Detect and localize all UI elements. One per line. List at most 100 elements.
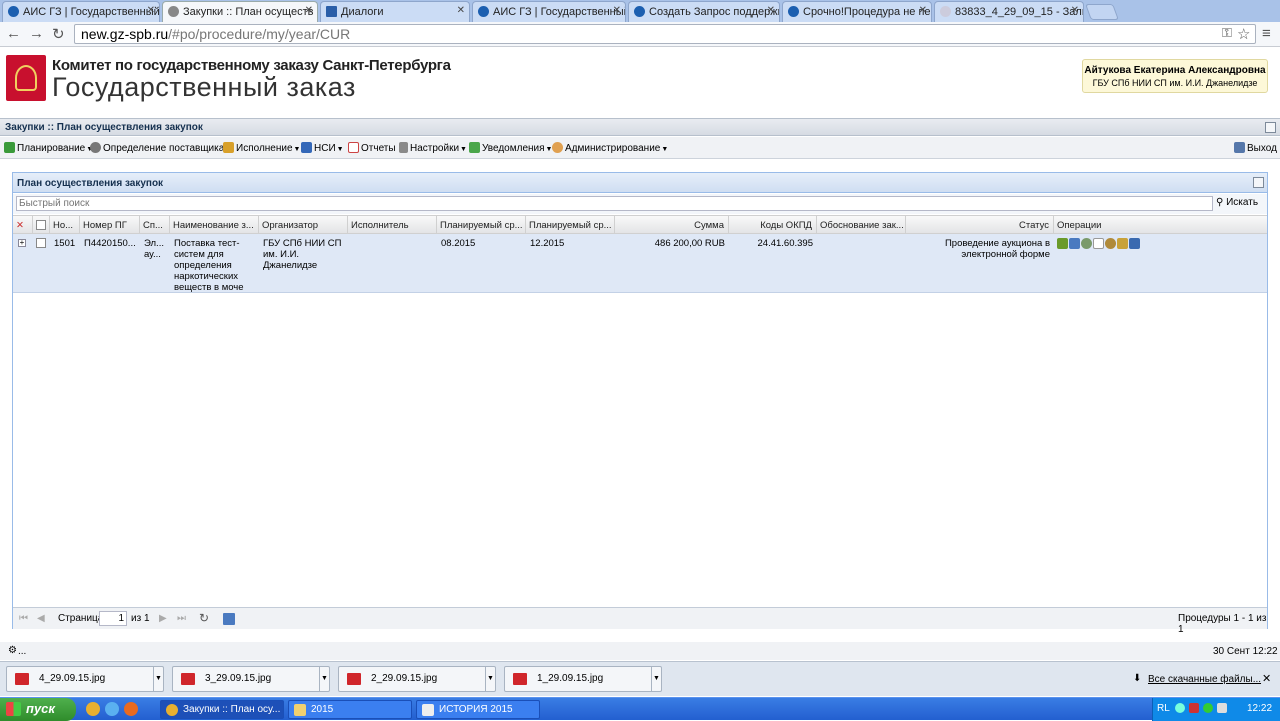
task-browser[interactable]: Закупки :: План осу... [160, 700, 284, 719]
cell-planned-start: 08.2015 [441, 238, 476, 249]
chrome-icon[interactable] [86, 702, 100, 716]
select-all-checkbox[interactable] [36, 220, 46, 230]
download-item[interactable]: 3_29.09.15.jpg ▼ [172, 666, 330, 692]
new-tab-button[interactable] [1085, 4, 1119, 20]
firefox-icon[interactable] [124, 702, 138, 716]
browser-tab-6[interactable]: Срочно!Процедура не пере ✕ [782, 1, 932, 22]
antivirus-icon[interactable] [1189, 703, 1199, 713]
column-method[interactable]: Сп... [140, 216, 170, 234]
download-item[interactable]: 4_29.09.15.jpg ▼ [6, 666, 164, 692]
column-sum[interactable]: Сумма [615, 216, 729, 234]
menu-reports[interactable]: Отчеты [348, 142, 396, 154]
column-pg-number[interactable]: Номер ПГ [80, 216, 140, 234]
menu-settings[interactable]: Настройки▼ [399, 142, 467, 154]
emblem-icon[interactable] [1105, 238, 1116, 249]
download-item[interactable]: 2_29.09.15.jpg ▼ [338, 666, 496, 692]
menu-nsi[interactable]: НСИ▼ [301, 142, 344, 154]
status-line: ⚙ ... 30 Сент 12:22 [0, 642, 1280, 660]
close-icon[interactable]: ✕ [305, 5, 313, 16]
save-icon[interactable] [223, 613, 235, 625]
document-icon[interactable] [1093, 238, 1104, 249]
next-page-icon[interactable]: ▶ [159, 613, 167, 624]
browser-tab-2[interactable]: Закупки :: План осуществ ✕ [162, 1, 318, 22]
exit-button[interactable]: Выход [1234, 142, 1277, 154]
reload-icon[interactable]: ↻ [52, 25, 65, 43]
address-bar[interactable]: new.gz-spb.ru/#po/procedure/my/year/CUR [74, 24, 1256, 44]
refresh-panel-icon[interactable] [1253, 177, 1264, 188]
quick-search-input[interactable] [16, 196, 1213, 211]
tray-app-icon[interactable] [1203, 703, 1213, 713]
network-icon[interactable] [1175, 703, 1185, 713]
start-button[interactable]: пуск [0, 698, 76, 721]
language-indicator[interactable]: RL [1157, 703, 1170, 714]
row-checkbox[interactable] [36, 238, 46, 248]
browser-tab-strip: АИС ГЗ | Государственный ✕ Закупки :: Пла… [0, 0, 1280, 22]
chevron-down-icon[interactable]: ▼ [153, 667, 163, 691]
chevron-down-icon[interactable]: ▼ [651, 667, 661, 691]
cell-sum: 486 200,00 RUB [654, 238, 725, 249]
star-icon[interactable]: ☆ [1237, 25, 1250, 43]
scroll-icon[interactable] [1117, 238, 1128, 249]
menu-notifications[interactable]: Уведомления▼ [469, 142, 552, 154]
close-icon[interactable]: ✕ [767, 5, 775, 16]
menu-planning[interactable]: Планирование▼ [4, 142, 93, 154]
column-executor[interactable]: Исполнитель [348, 216, 437, 234]
browser-tab-3[interactable]: Диалоги ✕ [320, 1, 470, 22]
cell-status: Проведение аукциона в электронной форме [944, 238, 1050, 260]
column-name[interactable]: Наименование з... [170, 216, 259, 234]
first-page-icon[interactable]: ⏮ [19, 613, 28, 624]
key-icon[interactable]: ⚿ [1222, 25, 1232, 41]
column-okpd[interactable]: Коды ОКПД [729, 216, 817, 234]
column-operations[interactable]: Операции [1054, 216, 1267, 234]
column-status[interactable]: Статус [906, 216, 1054, 234]
file-icon [15, 673, 29, 685]
search-button[interactable]: ⚲ Искать [1216, 197, 1258, 208]
page-number-input[interactable] [99, 611, 127, 626]
edit-tag-icon[interactable] [1057, 238, 1068, 249]
last-page-icon[interactable]: ⏭ [177, 613, 186, 624]
close-icon[interactable]: ✕ [1071, 5, 1079, 16]
menu-supplier[interactable]: Определение поставщика▼ [90, 142, 232, 154]
ie-icon[interactable] [105, 702, 119, 716]
column-planned-end[interactable]: Планируемый ср... [526, 216, 615, 234]
back-icon[interactable]: ← [6, 25, 21, 42]
exit-icon [1234, 142, 1245, 153]
menu-icon[interactable]: ≡ [1262, 25, 1271, 42]
close-icon[interactable]: ✕ [613, 5, 621, 16]
close-icon[interactable]: ✕ [147, 5, 155, 16]
expand-icon[interactable]: + [18, 239, 26, 247]
globe-icon [8, 6, 19, 17]
maximize-icon[interactable] [1265, 122, 1276, 133]
bars-icon[interactable] [1129, 238, 1140, 249]
menu-admin[interactable]: Администрирование▼ [552, 142, 668, 154]
chrome-icon [166, 704, 178, 716]
chevron-down-icon[interactable]: ▼ [485, 667, 495, 691]
chevron-down-icon[interactable]: ▼ [319, 667, 329, 691]
close-icon[interactable]: ✕ [457, 5, 465, 16]
close-icon[interactable]: ✕ [919, 5, 927, 16]
table-row[interactable]: + 1501 П4420150... Эл... ау... Поставка … [13, 234, 1267, 293]
browser-tab-5[interactable]: Создать Запрос поддержк ✕ [628, 1, 780, 22]
download-item[interactable]: 1_29.09.15.jpg ▼ [504, 666, 662, 692]
column-organizer[interactable]: Организатор [259, 216, 348, 234]
close-icon[interactable]: ✕ [1262, 672, 1271, 685]
task-document[interactable]: ИСТОРИЯ 2015 [416, 700, 540, 719]
clear-filter-column[interactable]: ✕ [13, 216, 33, 234]
browser-tab-7[interactable]: 83833_4_29_09_15 - Залив ✕ [934, 1, 1084, 22]
forward-icon[interactable]: → [29, 25, 44, 42]
volume-icon[interactable] [1217, 703, 1227, 713]
column-planned-start[interactable]: Планируемый ср... [437, 216, 526, 234]
task-folder[interactable]: 2015 [288, 700, 412, 719]
prev-page-icon[interactable]: ◀ [37, 613, 45, 624]
windows-icon [6, 702, 21, 716]
browser-tab-4[interactable]: АИС ГЗ | Государственный ✕ [472, 1, 626, 22]
browser-tab-1[interactable]: АИС ГЗ | Государственный ✕ [2, 1, 160, 22]
chart-icon[interactable] [1069, 238, 1080, 249]
column-num[interactable]: Но... [50, 216, 80, 234]
settings-icon[interactable] [1081, 238, 1092, 249]
menu-execution[interactable]: Исполнение▼ [223, 142, 300, 154]
all-downloads-link[interactable]: Все скачанные файлы... [1148, 674, 1261, 685]
panel-title: Закупки :: План осуществления закупок [5, 122, 203, 133]
column-justification[interactable]: Обоснование зак... [817, 216, 906, 234]
refresh-icon[interactable]: ↻ [199, 611, 209, 625]
